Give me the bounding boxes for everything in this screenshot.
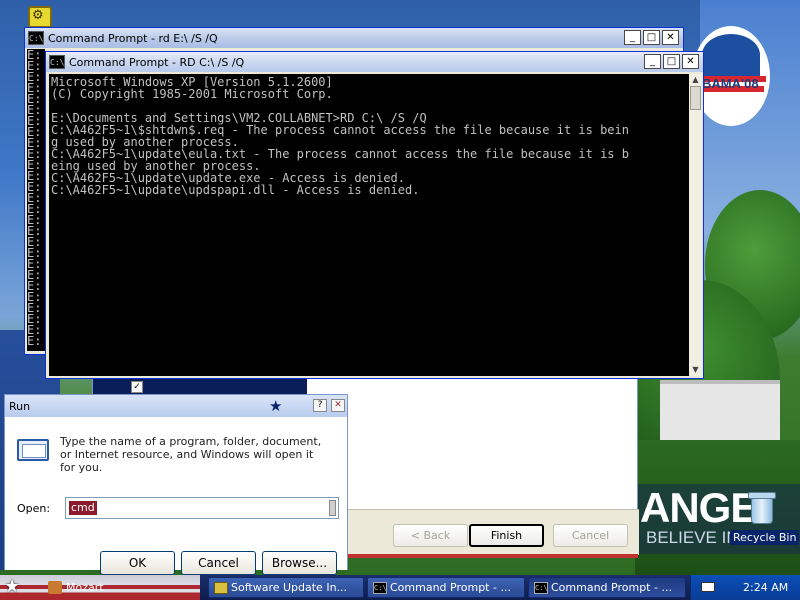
run-title: Run	[9, 399, 31, 413]
console-icon: C:\	[49, 55, 65, 69]
taskbar-item-label: Mozart	[66, 581, 104, 594]
console-icon: C:\	[373, 582, 387, 594]
taskbar: ★ Mozart Software Update In... C:\ Comma…	[0, 575, 800, 600]
wallpaper-change-text: ANGE	[640, 484, 758, 531]
recycle-bin-label[interactable]: Recycle Bin	[730, 530, 800, 545]
console-icon: C:\	[534, 582, 548, 594]
taskbar-item-mozart[interactable]: Mozart	[48, 578, 104, 597]
maximize-button[interactable]: □	[663, 54, 680, 69]
open-input[interactable]: cmd	[65, 497, 339, 519]
combo-dropdown-icon[interactable]	[329, 500, 336, 516]
maximize-button[interactable]: □	[643, 30, 660, 45]
taskbar-item-label: Software Update In...	[231, 581, 348, 594]
obama-logo-text: BAMA'08	[702, 76, 759, 91]
console-line: E:	[27, 334, 42, 348]
window-titlebar[interactable]: C:\ Command Prompt - rd E:\ /S /Q _ □ ✕	[25, 28, 683, 48]
help-button[interactable]: ?	[313, 399, 327, 412]
window-titlebar[interactable]: C:\ Command Prompt - RD C:\ /S /Q _ □ ✕	[46, 52, 703, 72]
finish-button[interactable]: Finish	[469, 524, 544, 547]
taskbar-clock[interactable]: 2:24 AM	[743, 575, 788, 600]
minimize-button[interactable]: _	[644, 54, 661, 69]
shortcut-glyph-icon: ⚙	[32, 8, 44, 23]
taskbar-item-command-prompt-1[interactable]: C:\ Command Prompt - ...	[367, 577, 525, 598]
console-scrollbar[interactable]: ▲ ▼	[689, 74, 702, 376]
taskbar-item-software-update[interactable]: Software Update In...	[208, 577, 364, 598]
logo-sun	[702, 34, 760, 76]
system-tray: 2:24 AM	[690, 575, 800, 600]
open-label: Open:	[17, 502, 51, 515]
ok-button[interactable]: OK	[100, 551, 175, 575]
start-button[interactable]: ★	[4, 576, 20, 597]
scroll-up-icon[interactable]: ▲	[689, 74, 702, 86]
close-button[interactable]: ✕	[331, 399, 345, 412]
taskbar-item-label: Command Prompt - ...	[551, 581, 672, 594]
run-icon	[17, 439, 49, 461]
close-button[interactable]: ✕	[662, 30, 679, 45]
run-description: Type the name of a program, folder, docu…	[60, 435, 322, 474]
browse-button[interactable]: Browse...	[262, 551, 337, 575]
star-icon: ★	[269, 397, 283, 415]
run-body: Type the name of a program, folder, docu…	[5, 417, 347, 575]
wizard-checkbox[interactable]: ✓	[131, 381, 143, 393]
window-title: Command Prompt - rd E:\ /S /Q	[48, 31, 218, 45]
recycle-bin-icon[interactable]	[748, 492, 776, 524]
console-output[interactable]: Microsoft Windows XP [Version 5.1.2600] …	[49, 74, 689, 376]
console-output[interactable]: E: E: E: E: E: E: E: E: E: E: E: E: E: E: E: E: E: E: E: E:…	[27, 49, 45, 351]
console-icon: C:\	[28, 31, 44, 45]
cancel-button[interactable]: Cancel	[553, 524, 628, 547]
run-dialog[interactable]: Run ★ ? ✕ Type the name of a program, fo…	[4, 394, 348, 575]
software-update-icon	[214, 582, 228, 594]
cancel-button[interactable]: Cancel	[181, 551, 256, 575]
taskbar-item-label: Command Prompt - ...	[390, 581, 511, 594]
mozart-icon	[48, 581, 62, 594]
scroll-thumb[interactable]	[690, 86, 701, 110]
keyboard-icon[interactable]	[701, 582, 715, 592]
taskbar-item-command-prompt-2[interactable]: C:\ Command Prompt - ...	[528, 577, 686, 598]
run-titlebar[interactable]: Run	[5, 395, 347, 417]
close-button[interactable]: ✕	[682, 54, 699, 69]
command-prompt-window-front[interactable]: C:\ Command Prompt - RD C:\ /S /Q _ □ ✕ …	[45, 51, 704, 379]
window-title: Command Prompt - RD C:\ /S /Q	[69, 55, 245, 69]
back-button[interactable]: < Back	[393, 524, 468, 547]
scroll-down-icon[interactable]: ▼	[689, 364, 702, 376]
wallpaper-believe-text: BELIEVE IN	[646, 528, 739, 547]
minimize-button[interactable]: _	[624, 30, 641, 45]
open-input-value[interactable]: cmd	[69, 501, 97, 515]
